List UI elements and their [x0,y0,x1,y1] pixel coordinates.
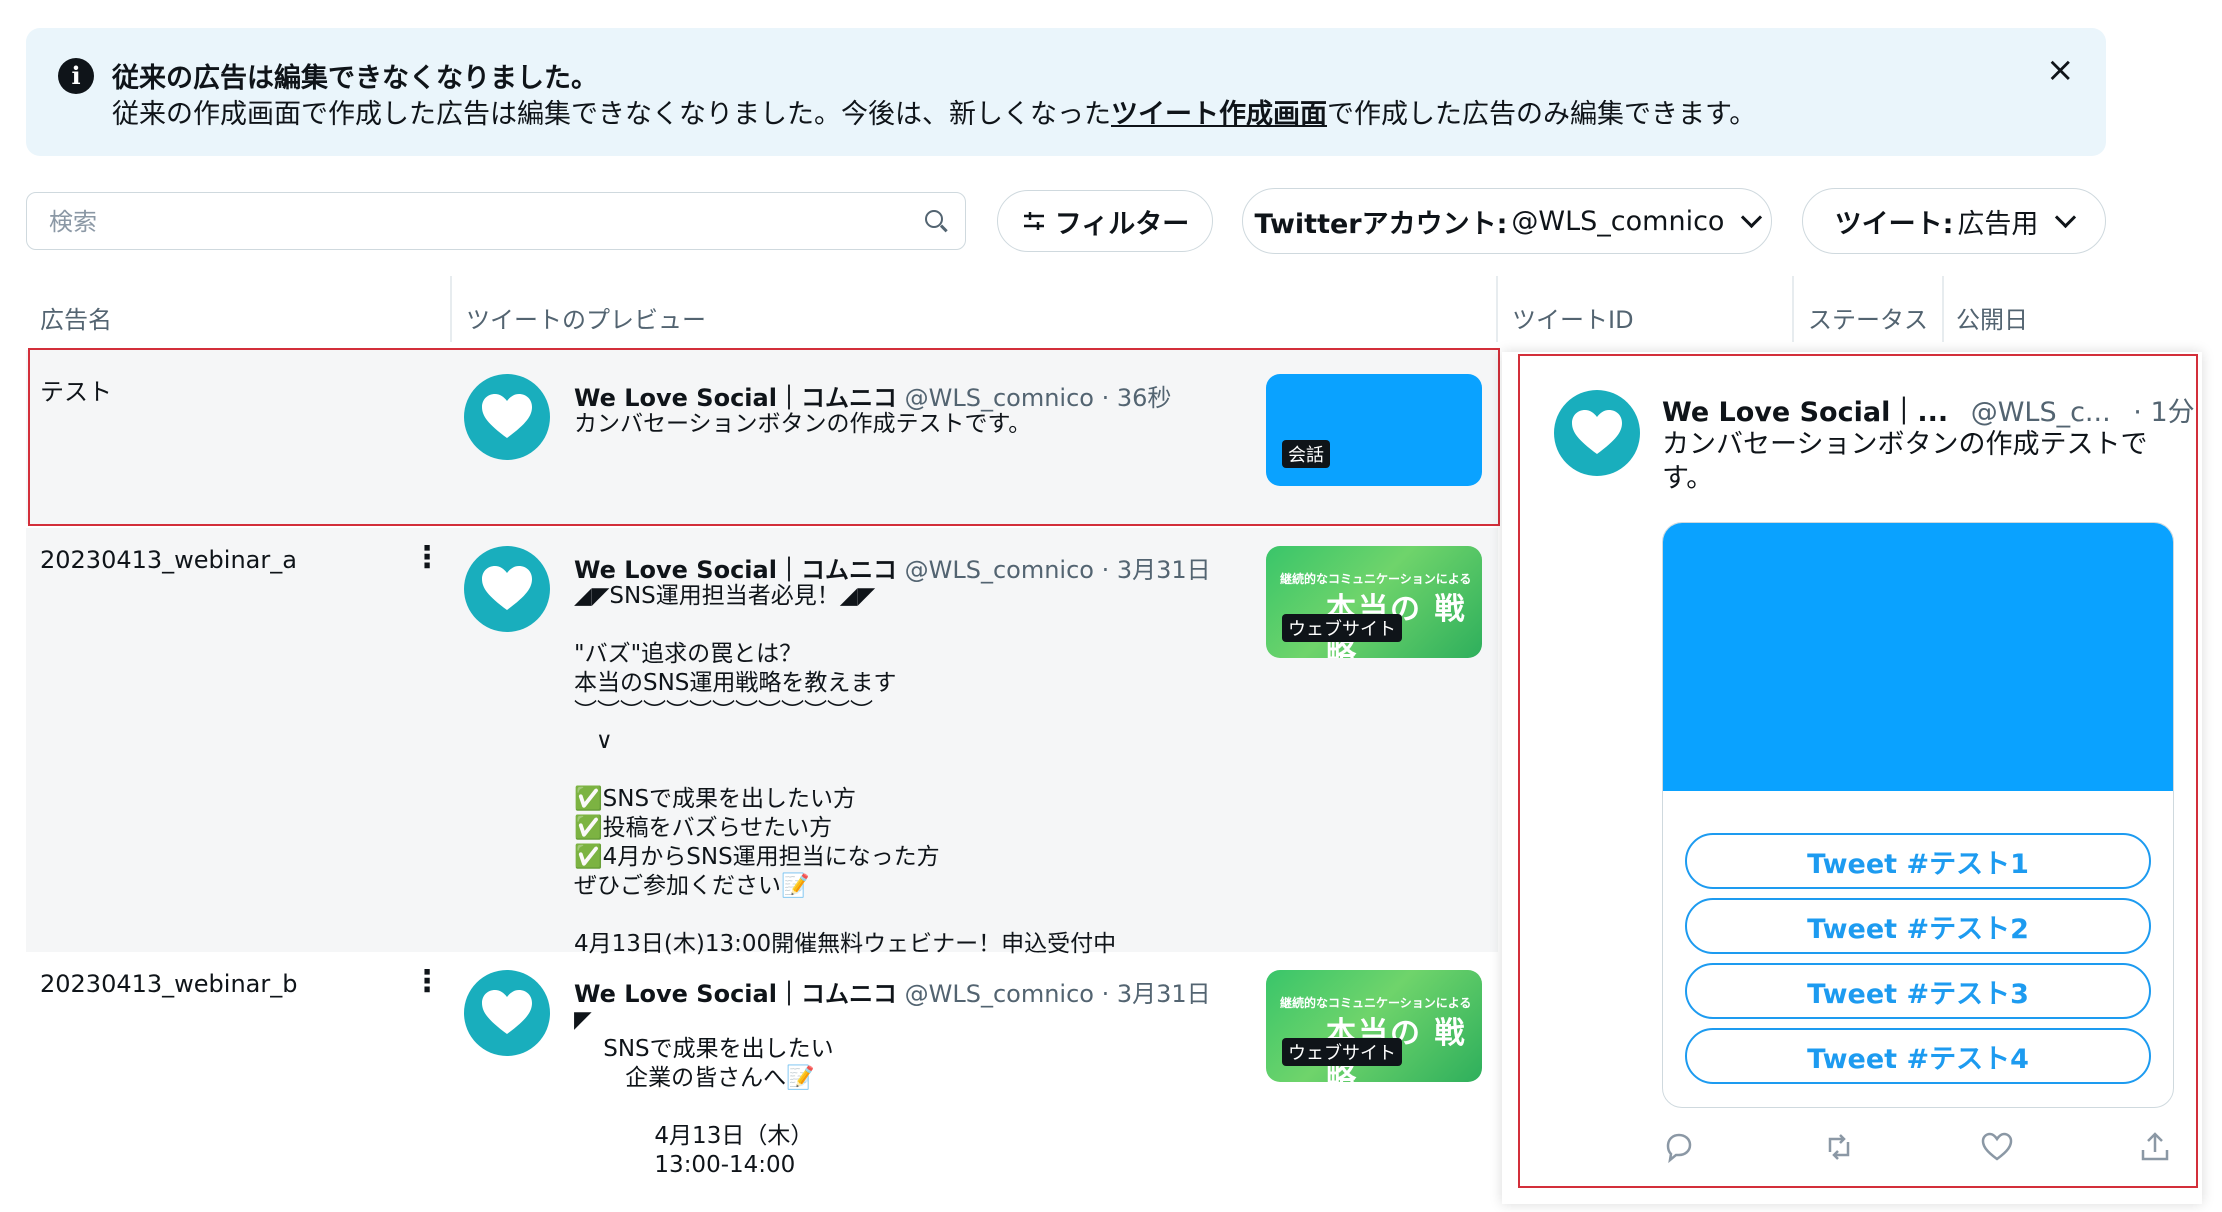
account-dropdown[interactable]: Twitterアカウント: @WLS_comnico [1242,188,1772,254]
tweet-media[interactable]: 継続的なコミュニケーションによる 本当の 戦略 ウェブサイト [1266,970,1482,1082]
conversation-card: Tweet #テスト1 Tweet #テスト2 Tweet #テスト3 Twee… [1662,522,2174,1108]
tweet-handle: @WLS_comnico [904,384,1094,412]
conversation-button-3[interactable]: Tweet #テスト3 [1685,963,2151,1019]
tweet-text: カンバセーションボタンの作成テストです。 [574,411,1032,437]
preview-text: カンバセーションボタンの作成テストです。 [1662,429,2148,494]
reply-icon[interactable] [1662,1130,1696,1164]
avatar [464,374,550,460]
ad-name: 20230413_webinar_a [40,546,297,574]
like-icon[interactable] [1980,1130,2014,1164]
chevron-down-icon [1741,206,1763,228]
conversation-button-1[interactable]: Tweet #テスト1 [1685,833,2151,889]
notice-title: 従来の広告は編集できなくなりました。 [112,63,598,94]
more-options-icon[interactable]: ⋮ [412,964,442,999]
close-icon[interactable]: × [2046,50,2075,90]
tweet-media[interactable]: 継続的なコミュニケーションによる 本当の 戦略 ウェブサイト [1266,546,1482,658]
account-value: @WLS_comnico [1511,205,1725,237]
tweet-type-dropdown[interactable]: ツイート: 広告用 [1802,188,2106,254]
media-badge: ウェブサイト [1282,614,1402,642]
retweet-icon[interactable] [1822,1130,1856,1164]
ad-name: 20230413_webinar_b [40,970,298,998]
account-label: Twitterアカウント: [1254,208,1508,240]
tweet-header: We Love Social｜コムニコ @WLS_comnico · 3月31日 [574,974,1211,1009]
tweet-author: We Love Social｜コムニコ [574,980,897,1008]
tweet-header: We Love Social｜コムニコ @WLS_comnico · 3月31日 [574,550,1211,585]
column-header-preview[interactable]: ツイートのプレビュー [466,300,706,335]
column-header-tweet-id[interactable]: ツイートID [1512,300,1634,335]
preview-time: · 1分 [2133,397,2195,428]
media-badge: 会話 [1282,440,1330,468]
tweet-text: ◤ SNSで成果を出したい 企業の皆さんへ📝 4月13日（木） 13:00-14… [574,1007,834,1178]
tweet-type-value: 広告用 [1957,208,2039,240]
ad-name: テスト [40,378,112,406]
column-divider [450,276,452,342]
more-options-icon[interactable]: ⋮ [412,540,442,575]
column-divider [1792,276,1794,342]
tweet-time: · 3月31日 [1101,556,1211,584]
tweet-composer-link[interactable]: ツイート作成画面 [1111,99,1327,130]
notice-text-end: で作成した広告のみ編集できます。 [1327,99,1757,130]
column-divider [1496,276,1498,342]
tweet-media[interactable]: 会話 [1266,374,1482,486]
tweet-header: We Love Social｜コムニコ @WLS_comnico · 36秒 [574,378,1171,413]
search-icon[interactable] [925,210,943,228]
tweet-time: · 3月31日 [1101,980,1211,1008]
column-header-status[interactable]: ステータス [1808,300,1928,335]
search-box [26,192,966,250]
tweet-handle: @WLS_comnico [904,980,1094,1008]
heart-icon [482,990,532,1034]
tweet-type-label: ツイート: [1834,208,1954,240]
column-divider [1942,276,1944,342]
column-header-publish-date[interactable]: 公開日 [1956,300,2028,335]
tweet-handle: @WLS_comnico [904,556,1094,584]
conversation-button-4[interactable]: Tweet #テスト4 [1685,1028,2151,1084]
tweet-author: We Love Social｜コムニコ [574,556,897,584]
sliders-icon [1023,212,1044,230]
column-header-ad-name[interactable]: 広告名 [40,300,112,335]
avatar [464,546,550,632]
avatar [1554,390,1640,476]
tweet-text: ◢◤SNS運用担当者必見！◢◤ "バズ"追求の罠とは？ 本当のSNS運用戦略を教… [574,583,1117,957]
media-badge: ウェブサイト [1282,1038,1402,1066]
search-input[interactable] [47,203,911,241]
filter-label: フィルター [1054,208,1190,240]
share-icon[interactable] [2138,1130,2172,1164]
heart-icon [1572,410,1622,454]
notice-body: 従来の作成画面で作成した広告は編集できなくなりました。今後は、新しくなったツイー… [112,92,1756,131]
info-icon: i [58,58,94,94]
tweet-time: · 36秒 [1101,384,1172,412]
notice-text: 従来の作成画面で作成した広告は編集できなくなりました。今後は、新しくなった [112,99,1111,130]
tweet-author: We Love Social｜コムニコ [574,384,897,412]
heart-icon [482,566,532,610]
card-image [1663,523,2173,791]
conversation-button-2[interactable]: Tweet #テスト2 [1685,898,2151,954]
preview-handle: @WLS_c... [1970,397,2111,428]
preview-author: We Love Social｜... [1662,397,1949,428]
filter-button[interactable]: フィルター [997,190,1213,252]
chevron-down-icon [2055,206,2077,228]
preview-header: We Love Social｜... @WLS_c... · 1分 [1662,390,2195,429]
avatar [464,970,550,1056]
heart-icon [482,394,532,438]
